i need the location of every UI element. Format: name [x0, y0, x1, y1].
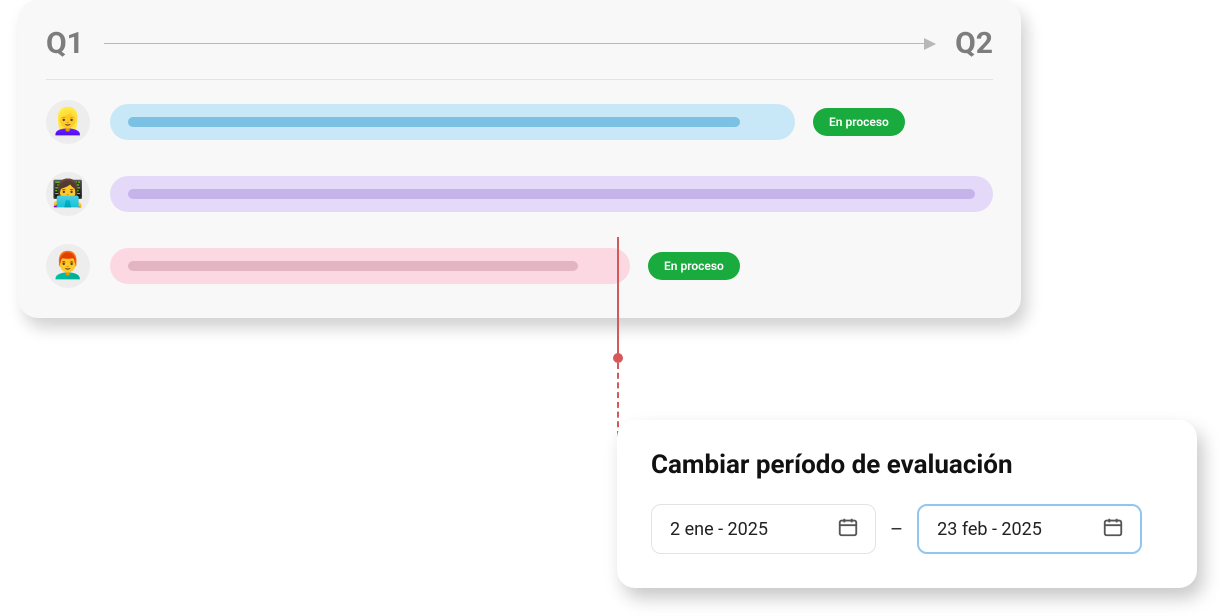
progress-bar[interactable] — [110, 176, 993, 212]
timeline-card: Q1 Q2 👱‍♀️ En proceso 👩‍💻 👨‍🦰 — [18, 0, 1021, 318]
calendar-icon — [837, 516, 859, 543]
avatar[interactable]: 👨‍🦰 — [46, 244, 90, 288]
avatar-emoji: 👨‍🦰 — [52, 251, 84, 281]
quarter-end-label: Q2 — [955, 26, 993, 61]
date-from-field[interactable]: 2 ene - 2025 — [651, 504, 876, 554]
progress-bar[interactable] — [110, 104, 795, 140]
timeline-header: Q1 Q2 — [46, 26, 993, 80]
status-badge: En proceso — [648, 252, 740, 280]
range-separator: – — [890, 517, 903, 541]
avatar-emoji: 👱‍♀️ — [52, 107, 84, 137]
progress-bar-fill — [128, 261, 578, 271]
timeline-row: 👱‍♀️ En proceso — [46, 100, 993, 144]
quarter-start-label: Q1 — [46, 26, 84, 61]
bar-track: En proceso — [110, 104, 993, 140]
avatar[interactable]: 👩‍💻 — [46, 172, 90, 216]
timeline-arrow — [104, 43, 935, 45]
status-badge: En proceso — [813, 108, 905, 136]
progress-bar-fill — [128, 117, 740, 127]
date-range-row: 2 ene - 2025 – 23 feb - 2025 — [651, 504, 1163, 554]
change-period-modal: Cambiar período de evaluación 2 ene - 20… — [617, 420, 1197, 588]
bar-track — [110, 176, 993, 212]
avatar-emoji: 👩‍💻 — [52, 179, 84, 209]
progress-bar-fill — [128, 189, 975, 199]
date-to-field[interactable]: 23 feb - 2025 — [917, 504, 1142, 554]
timeline-row: 👩‍💻 — [46, 172, 993, 216]
progress-bar[interactable] — [110, 248, 630, 284]
modal-title: Cambiar período de evaluación — [651, 450, 1163, 480]
timeline-row: 👨‍🦰 En proceso — [46, 244, 993, 288]
date-to-value: 23 feb - 2025 — [937, 519, 1042, 540]
avatar[interactable]: 👱‍♀️ — [46, 100, 90, 144]
bar-track: En proceso — [110, 248, 993, 284]
date-from-value: 2 ene - 2025 — [670, 519, 768, 540]
calendar-icon — [1102, 516, 1124, 543]
